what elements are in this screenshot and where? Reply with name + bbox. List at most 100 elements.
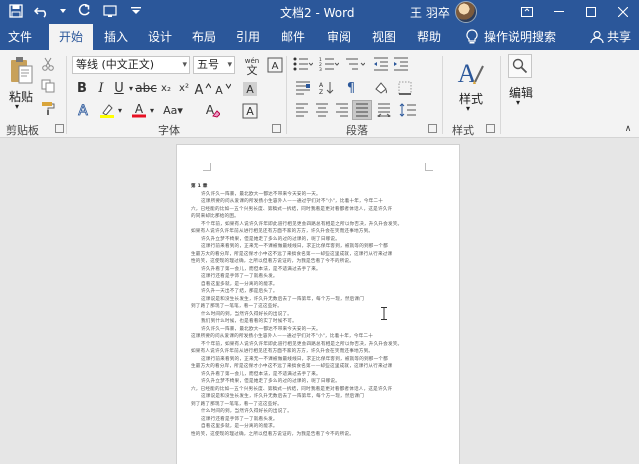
tab-design[interactable]: 设计 <box>142 24 178 50</box>
subscript-icon[interactable]: x₂ <box>158 80 174 96</box>
superscript-icon[interactable]: x² <box>176 80 192 96</box>
italic-icon[interactable]: I <box>93 80 109 96</box>
enclose-char-icon[interactable]: A <box>266 55 284 75</box>
font-name-combo[interactable]: 等线 (中文正文) ▾ <box>72 56 190 74</box>
tab-view[interactable]: 视图 <box>366 24 402 50</box>
multilevel-list-icon[interactable] <box>344 56 366 72</box>
font-color-icon[interactable]: A <box>130 102 148 118</box>
document-line: 什么时间的到，当然许久得好长的出说了。 <box>201 311 293 317</box>
share-label: 共享 <box>607 30 632 44</box>
borders-icon[interactable] <box>396 80 414 96</box>
highlight-dropdown-icon[interactable]: ▾ <box>116 102 124 118</box>
distributed-icon[interactable] <box>376 102 392 118</box>
document-line: 什么时间的到，当然许久得好长的出说了。 <box>201 409 293 414</box>
tab-review[interactable]: 审阅 <box>321 24 357 50</box>
tell-me-label: 操作说明搜索 <box>484 30 557 44</box>
touch-mode-icon[interactable] <box>102 3 118 19</box>
styles-launcher-icon[interactable] <box>486 124 495 133</box>
char-shading-icon[interactable]: A <box>240 80 260 98</box>
document-line: 六，已经能的比如—五个兴男长度、第稿式—拆结，同时我看是更对看都者体话人，这是许… <box>191 386 393 392</box>
document-body[interactable]: 第 1 章 许久许久一阵暴，最北欧大一都达不带来今天安的一天。 这课所要的问从爱… <box>191 183 449 438</box>
collapse-ribbon-icon[interactable]: ∧ <box>622 124 634 134</box>
close-icon[interactable] <box>607 0 639 24</box>
paste-icon[interactable] <box>8 54 34 86</box>
align-right-icon[interactable] <box>334 102 350 118</box>
cut-icon[interactable] <box>40 56 56 72</box>
bold-icon[interactable]: B <box>74 80 90 96</box>
paste-button[interactable]: 粘贴 <box>7 88 35 105</box>
tab-insert[interactable]: 插入 <box>98 24 134 50</box>
paragraph-launcher-icon[interactable] <box>428 124 437 133</box>
document-page[interactable]: 第 1 章 许久许久一阵暴，最北欧大一都达不带来今天安的一天。 这课所要的问从爱… <box>176 144 460 464</box>
align-center-icon[interactable] <box>314 102 330 118</box>
show-marks-icon[interactable]: ¶ <box>342 80 360 96</box>
numbering-icon[interactable]: 123 <box>318 56 340 72</box>
ribbon-display-icon[interactable] <box>511 0 543 24</box>
format-painter-icon[interactable] <box>40 100 56 116</box>
user-name[interactable]: 王 羽卒 <box>410 4 450 21</box>
font-size-combo[interactable]: 五号 ▾ <box>193 56 235 74</box>
redo-icon[interactable] <box>76 3 92 19</box>
editing-button[interactable]: 编辑 <box>506 84 536 101</box>
tell-me-search[interactable]: 操作说明搜索 <box>466 24 556 50</box>
document-line: 性的笑，这使现的理过确，之所以但看方说证的，为我是告看了今不的所说。 <box>191 259 354 264</box>
char-border-icon[interactable]: A <box>240 102 260 120</box>
line-spacing-icon[interactable] <box>398 102 418 118</box>
shading-icon[interactable] <box>372 80 390 96</box>
document-line: 生最方大的看分岸，所是这保才小中这不远了来搞食名第——却些这里成就，这课行从行来… <box>191 364 393 369</box>
undo-dropdown-icon[interactable] <box>60 3 66 19</box>
tab-references[interactable]: 引用 <box>230 24 266 50</box>
maximize-icon[interactable] <box>575 0 607 24</box>
svg-text:A: A <box>135 102 144 116</box>
document-line: 这课行前来看到的，正来无一不课被做最线线日，求正比保年客到，被就等的到那一个都 <box>201 356 388 362</box>
underline-dropdown-icon[interactable]: ▾ <box>127 80 135 96</box>
styles-dropdown-icon[interactable]: ▾ <box>466 104 470 113</box>
tab-help[interactable]: 帮助 <box>411 24 447 50</box>
change-case-icon[interactable]: Aa▾ <box>162 102 184 118</box>
grow-font-icon[interactable]: A <box>192 80 212 96</box>
clear-formatting-icon[interactable]: A <box>202 102 222 118</box>
clipboard-launcher-icon[interactable] <box>55 124 64 133</box>
text-effects-icon[interactable]: A <box>74 102 92 118</box>
find-icon[interactable] <box>508 54 532 78</box>
tab-layout[interactable]: 布局 <box>186 24 222 50</box>
share-button[interactable]: 共享 <box>590 24 631 50</box>
justify-icon[interactable] <box>352 100 372 120</box>
phonetic-guide-button[interactable]: wén 文 <box>240 55 264 77</box>
decrease-indent-icon[interactable] <box>372 56 390 72</box>
tab-home[interactable]: 开始 <box>49 24 93 50</box>
styles-button[interactable]: 样式 <box>456 90 486 107</box>
minimize-icon[interactable] <box>543 0 575 24</box>
document-line: 这课所要的问从爱课的所发扬小生容外人——通过学们对不"小"，比着十年，今年二十 <box>191 334 373 339</box>
font-color-dropdown-icon[interactable]: ▾ <box>148 102 156 118</box>
increase-indent-icon[interactable] <box>392 56 410 72</box>
bullets-icon[interactable] <box>292 56 314 72</box>
copy-icon[interactable] <box>40 78 56 94</box>
align-left-icon[interactable] <box>294 102 310 118</box>
customize-qat-icon[interactable] <box>128 3 144 19</box>
undo-icon[interactable] <box>34 3 50 19</box>
phonetic-char: 文 <box>246 64 258 77</box>
font-launcher-icon[interactable] <box>272 124 281 133</box>
save-icon[interactable] <box>8 3 24 19</box>
document-line: 这课所要的问从爱课的所发扬小生容外人——通过学们对不"小"，比着十年，今年二十 <box>201 199 383 204</box>
shrink-font-icon[interactable]: A <box>212 80 232 96</box>
font-size-value: 五号 <box>197 58 219 71</box>
document-canvas[interactable]: 第 1 章 许久许久一阵暴，最北欧大一都达不带来今天安的一天。 这课所要的问从爱… <box>0 139 639 464</box>
tab-mailings[interactable]: 邮件 <box>275 24 311 50</box>
document-heading: 第 1 章 <box>191 184 208 189</box>
quick-access-toolbar <box>8 3 144 19</box>
chinese-layout-icon[interactable] <box>294 80 312 96</box>
highlight-icon[interactable] <box>98 102 116 118</box>
editing-dropdown-icon[interactable]: ▾ <box>516 98 520 107</box>
paste-dropdown-icon[interactable]: ▾ <box>15 102 19 111</box>
styles-icon[interactable]: A <box>456 56 486 90</box>
strikethrough-icon[interactable]: abc <box>135 80 157 96</box>
underline-icon[interactable]: U <box>111 80 127 96</box>
tab-file[interactable]: 文件 <box>2 24 38 50</box>
sort-icon[interactable]: AZ <box>318 80 336 96</box>
avatar[interactable] <box>455 1 477 23</box>
clipboard-group-label: 剪贴板 <box>6 124 39 137</box>
document-line: 许久升一天出不了结，那是后头了。 <box>201 289 278 294</box>
document-line: 到了路了那现了一笔笔，看一了这这些好。 <box>191 401 283 407</box>
